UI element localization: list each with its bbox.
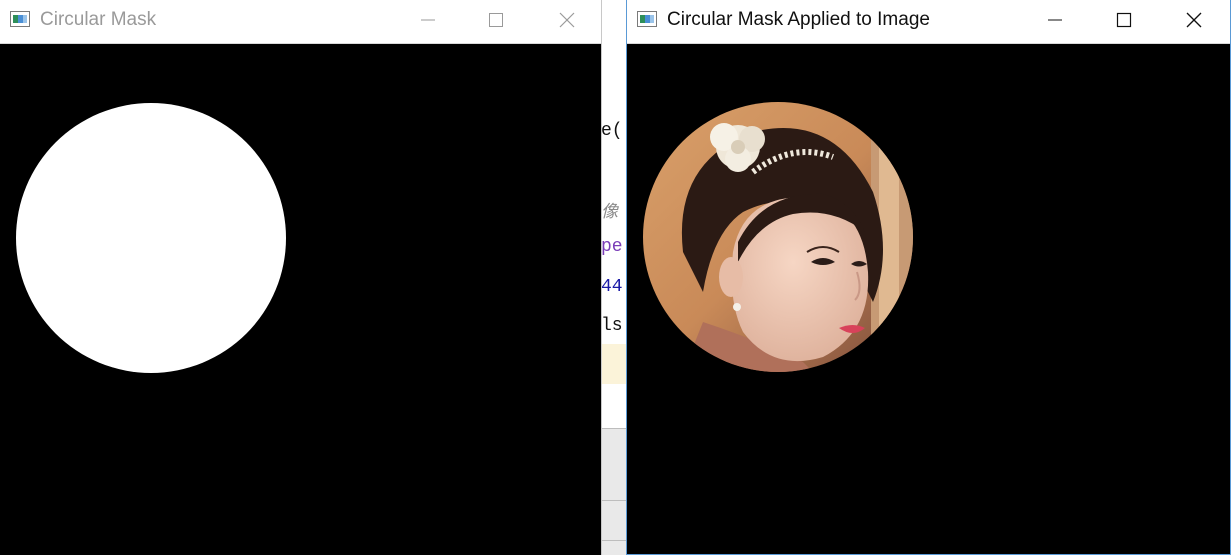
app-icon [10,11,30,27]
mask-window[interactable]: Circular Mask [0,0,602,555]
minimize-button[interactable] [405,0,451,40]
minimize-button[interactable] [1032,0,1078,40]
app-icon [637,11,657,27]
close-button[interactable] [544,0,590,40]
window-title: Circular Mask Applied to Image [667,9,930,30]
close-button[interactable] [1171,0,1217,40]
code-fragment: e( [601,121,623,141]
code-fragment: 44 [601,277,623,297]
close-icon [559,12,575,28]
window-title: Circular Mask [40,9,157,30]
masked-portrait-image [643,102,913,372]
masked-image-canvas [627,44,1230,554]
maximize-button[interactable] [1101,0,1147,40]
code-fragment: pe [601,237,623,257]
maximize-icon [489,13,503,27]
circular-mask-shape [16,103,286,373]
code-fragment: ls [601,316,623,336]
maximize-icon [1116,12,1132,28]
minimize-icon [1048,19,1062,21]
code-comment-fragment: 像 [601,202,618,222]
masked-image-window[interactable]: Circular Mask Applied to Image [626,0,1231,555]
maximize-button[interactable] [473,0,519,40]
minimize-icon [421,19,435,21]
mask-canvas [0,44,601,555]
mask-window-titlebar[interactable]: Circular Mask [0,0,601,44]
masked-image-window-titlebar[interactable]: Circular Mask Applied to Image [627,0,1230,44]
close-icon [1186,12,1202,28]
